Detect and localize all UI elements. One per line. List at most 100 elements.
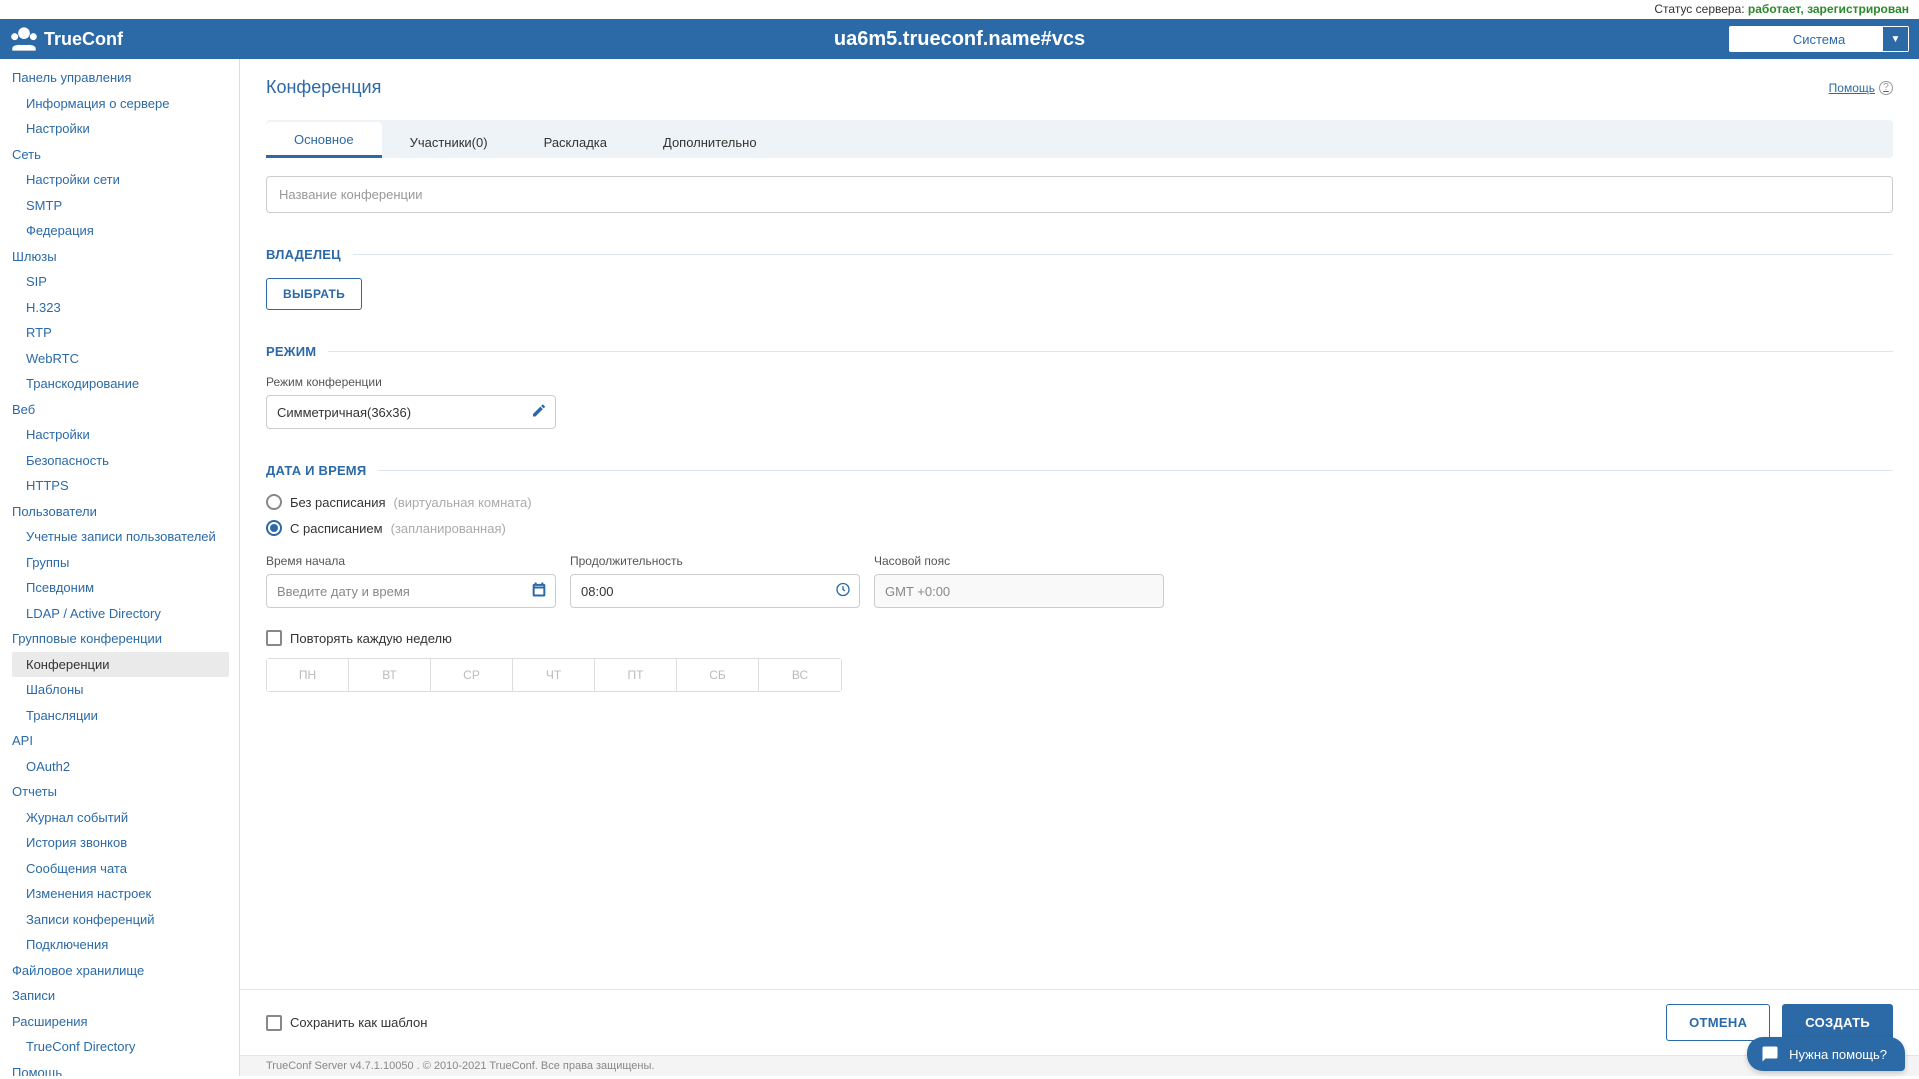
logo-icon (10, 25, 38, 53)
sidebar-item-h323[interactable]: H.323 (12, 295, 239, 321)
radio-no-schedule-hint: (виртуальная комната) (394, 495, 532, 510)
sidebar-item-group-conferences[interactable]: Групповые конференции (12, 626, 239, 652)
sidebar-item-alias[interactable]: Псевдоним (12, 575, 239, 601)
help-link[interactable]: Помощь ? (1829, 81, 1893, 95)
sidebar-item-conferences[interactable]: Конференции (12, 652, 229, 678)
sidebar-item-web-settings[interactable]: Настройки (12, 422, 239, 448)
sidebar-item-groups[interactable]: Группы (12, 550, 239, 576)
question-icon: ? (1879, 81, 1893, 95)
clock-icon (835, 582, 851, 601)
brand-text: TrueConf (44, 29, 123, 50)
status-value: работает, зарегистрирован (1748, 2, 1909, 16)
mode-heading: РЕЖИМ (266, 344, 316, 359)
tab-layout[interactable]: Раскладка (516, 125, 635, 158)
day-sun[interactable]: ВС (759, 659, 841, 691)
sidebar-item-conf-records[interactable]: Записи конференций (12, 907, 239, 933)
day-wed[interactable]: СР (431, 659, 513, 691)
calendar-icon (531, 582, 547, 601)
choose-owner-button[interactable]: ВЫБРАТЬ (266, 278, 362, 310)
sidebar-item-reports[interactable]: Отчеты (12, 779, 239, 805)
divider (353, 254, 1893, 255)
system-select[interactable]: Система ▼ (1729, 26, 1909, 52)
sidebar-item-connections[interactable]: Подключения (12, 932, 239, 958)
datetime-heading: ДАТА И ВРЕМЯ (266, 463, 366, 478)
day-tue[interactable]: ВТ (349, 659, 431, 691)
sidebar[interactable]: Панель управления Информация о сервере Н… (0, 59, 240, 1076)
page-title: Конференция (266, 77, 381, 98)
sidebar-item-transcoding[interactable]: Транскодирование (12, 371, 239, 397)
pencil-icon (531, 403, 547, 422)
duration-input[interactable]: 08:00 (570, 574, 860, 608)
sidebar-item-settings-changes[interactable]: Изменения настроек (12, 881, 239, 907)
sidebar-item-security[interactable]: Безопасность (12, 448, 239, 474)
sidebar-item-https[interactable]: HTTPS (12, 473, 239, 499)
tz-label: Часовой пояс (874, 554, 1164, 568)
mode-select[interactable]: Симметричная(36x36) (266, 395, 556, 429)
topbar: TrueConf ua6m5.trueconf.name#vcs Система… (0, 19, 1919, 59)
radio-with-schedule[interactable]: С расписанием (запланированная) (266, 520, 1893, 536)
sidebar-item-federation[interactable]: Федерация (12, 218, 239, 244)
sidebar-item-user-accounts[interactable]: Учетные записи пользователей (12, 524, 239, 550)
footer-note: TrueConf Server v4.7.1.10050 . © 2010-20… (240, 1055, 1919, 1076)
sidebar-item-api[interactable]: API (12, 728, 239, 754)
sidebar-item-users[interactable]: Пользователи (12, 499, 239, 525)
checkbox-icon (266, 1015, 282, 1031)
day-mon[interactable]: ПН (267, 659, 349, 691)
create-button[interactable]: СОЗДАТЬ (1782, 1004, 1893, 1041)
cancel-button[interactable]: ОТМЕНА (1666, 1004, 1770, 1041)
start-input-field[interactable] (277, 584, 545, 599)
conference-name-input[interactable] (266, 176, 1893, 213)
tz-value: GMT +0:00 (885, 584, 950, 599)
sidebar-item-chat-messages[interactable]: Сообщения чата (12, 856, 239, 882)
sidebar-item-sip[interactable]: SIP (12, 269, 239, 295)
sidebar-item-records[interactable]: Записи (12, 983, 239, 1009)
help-bubble[interactable]: Нужна помощь? (1747, 1037, 1905, 1071)
sidebar-item-gateways[interactable]: Шлюзы (12, 244, 239, 270)
day-fri[interactable]: ПТ (595, 659, 677, 691)
repeat-checkbox-row[interactable]: Повторять каждую неделю (266, 630, 1893, 646)
sidebar-item-net-settings[interactable]: Настройки сети (12, 167, 239, 193)
radio-checked-icon (266, 520, 282, 536)
radio-with-schedule-label: С расписанием (290, 521, 383, 536)
start-label: Время начала (266, 554, 556, 568)
sidebar-item-call-history[interactable]: История звонков (12, 830, 239, 856)
sidebar-item-help[interactable]: Помощь (12, 1060, 239, 1077)
weekday-selector: ПН ВТ СР ЧТ ПТ СБ ВС (266, 658, 842, 692)
radio-with-schedule-hint: (запланированная) (391, 521, 506, 536)
checkbox-icon (266, 630, 282, 646)
brand-logo[interactable]: TrueConf (10, 25, 123, 53)
sidebar-item-rtp[interactable]: RTP (12, 320, 239, 346)
help-bubble-text: Нужна помощь? (1789, 1047, 1887, 1062)
sidebar-item-control-panel[interactable]: Панель управления (12, 65, 239, 91)
tab-main[interactable]: Основное (266, 122, 382, 158)
day-sat[interactable]: СБ (677, 659, 759, 691)
day-thu[interactable]: ЧТ (513, 659, 595, 691)
tab-advanced[interactable]: Дополнительно (635, 125, 785, 158)
sidebar-item-extensions[interactable]: Расширения (12, 1009, 239, 1035)
sidebar-item-oauth2[interactable]: OAuth2 (12, 754, 239, 780)
sidebar-item-network[interactable]: Сеть (12, 142, 239, 168)
sidebar-item-settings0[interactable]: Настройки (12, 116, 239, 142)
radio-no-schedule-label: Без расписания (290, 495, 386, 510)
sidebar-item-web[interactable]: Веб (12, 397, 239, 423)
sidebar-item-templates[interactable]: Шаблоны (12, 677, 239, 703)
duration-value: 08:00 (581, 584, 614, 599)
tabs: Основное Участники(0) Раскладка Дополнит… (266, 120, 1893, 158)
sidebar-item-file-storage[interactable]: Файловое хранилище (12, 958, 239, 984)
status-strip: Статус сервера: работает, зарегистрирова… (0, 0, 1919, 19)
sidebar-item-smtp[interactable]: SMTP (12, 193, 239, 219)
radio-no-schedule[interactable]: Без расписания (виртуальная комната) (266, 494, 1893, 510)
sidebar-item-ldap[interactable]: LDAP / Active Directory (12, 601, 239, 627)
chevron-down-icon: ▼ (1882, 27, 1908, 51)
repeat-label: Повторять каждую неделю (290, 631, 452, 646)
save-template-checkbox-row[interactable]: Сохранить как шаблон (266, 1015, 427, 1031)
help-link-text: Помощь (1829, 81, 1875, 95)
sidebar-item-webrtc[interactable]: WebRTC (12, 346, 239, 372)
sidebar-item-trueconf-directory[interactable]: TrueConf Directory (12, 1034, 239, 1060)
sidebar-item-server-info[interactable]: Информация о сервере (12, 91, 239, 117)
timezone-input[interactable]: GMT +0:00 (874, 574, 1164, 608)
sidebar-item-event-log[interactable]: Журнал событий (12, 805, 239, 831)
tab-participants[interactable]: Участники(0) (382, 125, 516, 158)
start-datetime-input[interactable] (266, 574, 556, 608)
sidebar-item-streams[interactable]: Трансляции (12, 703, 239, 729)
